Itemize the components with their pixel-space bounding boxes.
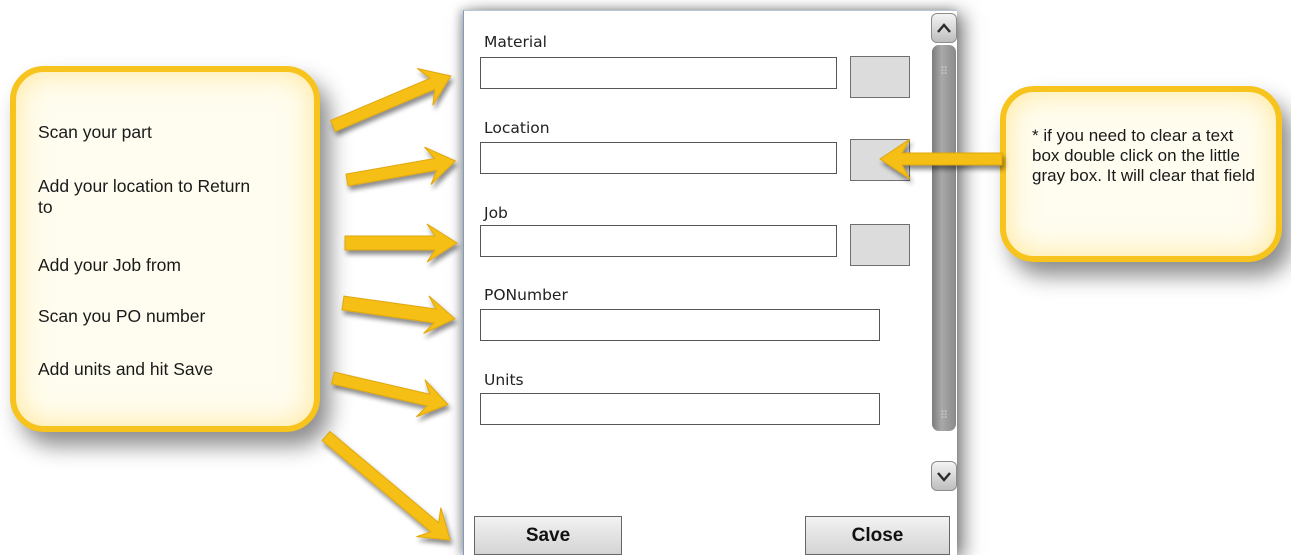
return-form-window: Material Location Job PONumber Units Sav… — [463, 10, 957, 555]
grip-icon: ⠿ — [940, 66, 948, 78]
clear-note-text: * if you need to clear a text box double… — [1032, 126, 1255, 185]
scroll-up-button[interactable] — [931, 13, 957, 43]
vertical-scrollbar[interactable]: ⠿ ⠿ — [930, 11, 957, 501]
arrow-to-units — [331, 371, 449, 418]
job-input[interactable] — [480, 225, 837, 257]
material-clear-box[interactable] — [850, 56, 910, 98]
arrow-to-location — [345, 146, 457, 187]
material-input[interactable] — [480, 57, 837, 89]
arrow-to-ponumber — [341, 295, 456, 334]
units-input[interactable] — [480, 393, 880, 425]
job-clear-box[interactable] — [850, 224, 910, 266]
instructions-callout: Scan your part Add your location to Retu… — [10, 66, 320, 432]
location-input[interactable] — [480, 142, 837, 174]
arrow-to-job — [344, 223, 458, 263]
chevron-up-icon — [937, 23, 951, 33]
save-button[interactable]: Save — [474, 516, 622, 555]
step-scan-part: Scan your part — [38, 122, 152, 142]
ponumber-input[interactable] — [480, 309, 880, 341]
material-label: Material — [484, 33, 547, 51]
close-button[interactable]: Close — [805, 516, 950, 555]
step-add-location: Add your location to Return to — [38, 176, 251, 217]
step-scan-po: Scan you PO number — [38, 306, 206, 326]
clear-note-callout: * if you need to clear a text box double… — [1000, 86, 1282, 262]
scroll-down-button[interactable] — [931, 461, 957, 491]
job-label: Job — [484, 204, 508, 222]
step-add-units: Add units and hit Save — [38, 359, 214, 379]
step-add-job: Add your Job from — [38, 255, 181, 275]
scrollbar-thumb[interactable]: ⠿ ⠿ — [932, 45, 956, 431]
arrow-to-save — [321, 430, 451, 541]
chevron-down-icon — [937, 472, 951, 482]
grip-icon: ⠿ — [940, 410, 948, 422]
arrow-to-material — [329, 68, 452, 133]
ponumber-label: PONumber — [484, 286, 568, 304]
location-label: Location — [484, 119, 550, 137]
location-clear-box[interactable] — [850, 139, 910, 181]
units-label: Units — [484, 371, 524, 389]
